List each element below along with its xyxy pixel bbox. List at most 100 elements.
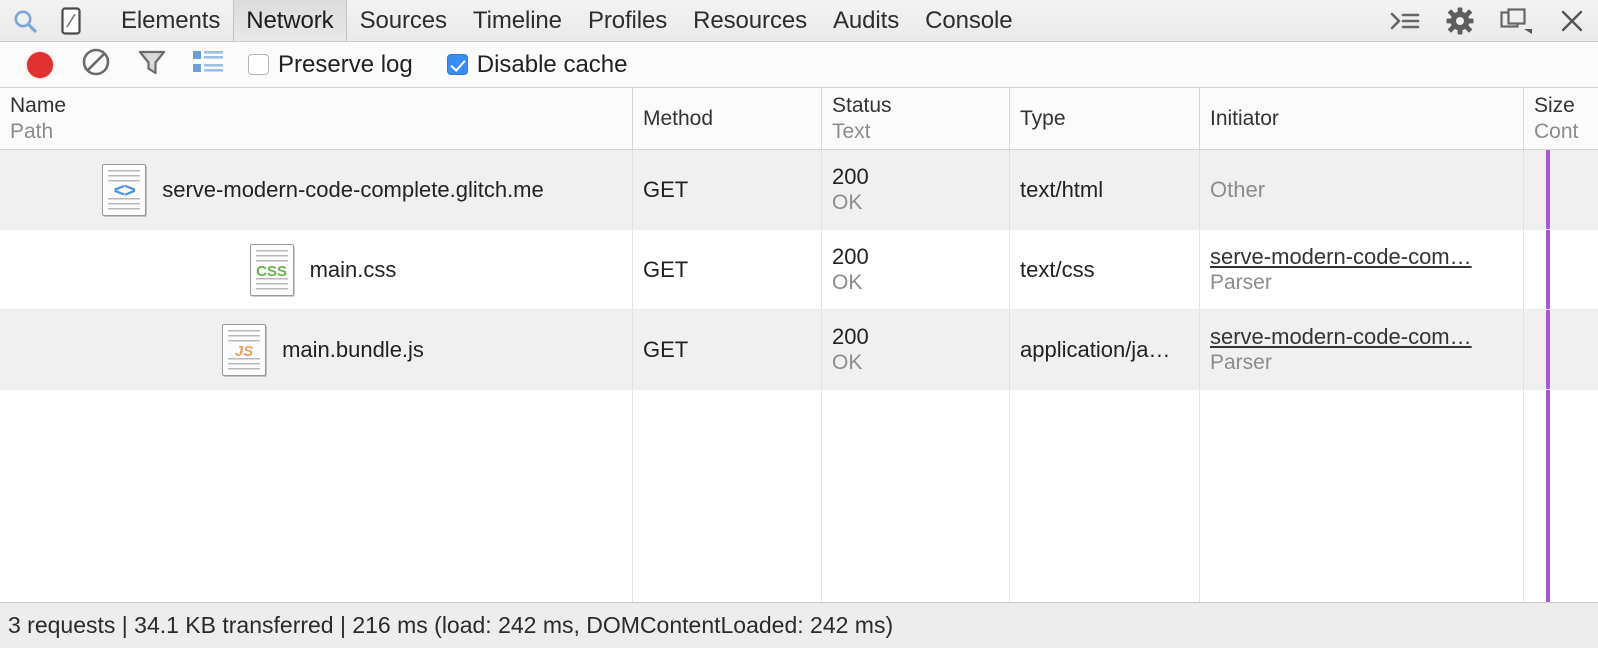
cell-size: [1523, 150, 1598, 229]
tab-label: Audits: [833, 7, 899, 35]
table-empty-area: [0, 390, 1598, 602]
tab-label: Elements: [121, 7, 220, 35]
preserve-log-checkbox[interactable]: Preserve log: [248, 51, 413, 79]
grid-line: [1009, 390, 1010, 602]
cell-initiator: serve-modern-code-com… Parser: [1199, 230, 1523, 309]
grid-line: [821, 390, 822, 602]
column-title: Name: [10, 93, 632, 119]
grid-line: [1199, 390, 1200, 602]
table-header-row: Name Path Method Status Text Type Initia…: [0, 88, 1598, 150]
column-header-initiator[interactable]: Initiator: [1199, 88, 1523, 149]
tab-label: Sources: [360, 7, 447, 35]
tab-label: Network: [246, 7, 333, 35]
tab-network[interactable]: Network: [233, 0, 346, 41]
summary-text: 3 requests | 34.1 KB transferred | 216 m…: [8, 612, 893, 639]
column-header-name[interactable]: Name Path: [0, 88, 632, 149]
column-title: Size: [1534, 93, 1598, 119]
request-name: serve-modern-code-complete.glitch.me: [162, 177, 544, 203]
table-body: <> serve-modern-code-complete.glitch.me …: [0, 150, 1598, 602]
type-value: text/css: [1020, 256, 1199, 284]
close-icon[interactable]: [1560, 9, 1584, 33]
method-value: GET: [643, 336, 821, 364]
cell-type: text/html: [1009, 150, 1199, 229]
gear-icon[interactable]: [1446, 7, 1474, 35]
preserve-log-label: Preserve log: [278, 51, 413, 79]
tab-sources[interactable]: Sources: [347, 0, 460, 41]
tab-elements[interactable]: Elements: [108, 0, 233, 41]
cell-initiator: Other: [1199, 150, 1523, 229]
tab-profiles[interactable]: Profiles: [575, 0, 680, 41]
table-row[interactable]: <> serve-modern-code-complete.glitch.me …: [0, 150, 1598, 230]
disable-cache-box[interactable]: [447, 54, 468, 75]
cell-status: 200 OK: [821, 230, 1009, 309]
request-name: main.css: [310, 257, 397, 283]
html-document-icon: <>: [102, 164, 146, 216]
record-button[interactable]: [12, 52, 68, 78]
cell-type: application/ja…: [1009, 310, 1199, 389]
devtools-window: Elements Network Sources Timeline Profil…: [0, 0, 1598, 648]
column-header-method[interactable]: Method: [632, 88, 821, 149]
status-code: 200: [832, 163, 1009, 191]
tab-timeline[interactable]: Timeline: [460, 0, 575, 41]
type-value: text/html: [1020, 176, 1199, 204]
column-title: Method: [643, 106, 821, 132]
column-title: Status: [832, 93, 1009, 119]
network-requests-table: Name Path Method Status Text Type Initia…: [0, 88, 1598, 602]
initiator-link[interactable]: serve-modern-code-com…: [1210, 323, 1523, 351]
tab-console[interactable]: Console: [912, 0, 1025, 41]
cell-method: GET: [632, 150, 821, 229]
clear-button[interactable]: [68, 47, 124, 82]
status-text: OK: [832, 270, 1009, 296]
grid-line: [1523, 390, 1524, 602]
initiator-value: Other: [1210, 176, 1523, 204]
panel-tabs: Elements Network Sources Timeline Profil…: [108, 0, 1025, 41]
cell-size: [1523, 230, 1598, 309]
table-row[interactable]: JS main.bundle.js GET 200 OK application…: [0, 310, 1598, 390]
tabbar-right-icons: [1390, 0, 1598, 41]
cell-size: [1523, 310, 1598, 389]
cell-status: 200 OK: [821, 150, 1009, 229]
status-text: OK: [832, 350, 1009, 376]
tab-label: Timeline: [473, 7, 562, 35]
filter-button[interactable]: [124, 47, 180, 82]
preserve-log-box[interactable]: [248, 54, 269, 75]
table-row[interactable]: CSS main.css GET 200 OK text/css serve-m…: [0, 230, 1598, 310]
cell-type: text/css: [1009, 230, 1199, 309]
disable-cache-checkbox[interactable]: Disable cache: [447, 51, 628, 79]
cell-method: GET: [632, 230, 821, 309]
column-header-type[interactable]: Type: [1009, 88, 1199, 149]
method-value: GET: [643, 176, 821, 204]
large-rows-button[interactable]: [180, 49, 236, 80]
column-title: Initiator: [1210, 106, 1523, 132]
column-header-status[interactable]: Status Text: [821, 88, 1009, 149]
initiator-type: Parser: [1210, 270, 1523, 296]
tab-audits[interactable]: Audits: [820, 0, 912, 41]
network-summary-bar: 3 requests | 34.1 KB transferred | 216 m…: [0, 602, 1598, 648]
cell-method: GET: [632, 310, 821, 389]
status-code: 200: [832, 323, 1009, 351]
cell-name[interactable]: JS main.bundle.js: [0, 310, 632, 389]
tab-label: Console: [925, 7, 1012, 35]
network-toolbar: Preserve log Disable cache: [0, 42, 1598, 88]
tab-label: Profiles: [588, 7, 667, 35]
tab-resources[interactable]: Resources: [680, 0, 820, 41]
dock-side-icon[interactable]: [1500, 8, 1534, 34]
initiator-link[interactable]: serve-modern-code-com…: [1210, 243, 1523, 271]
column-header-size[interactable]: Size Cont: [1523, 88, 1598, 149]
console-drawer-icon[interactable]: [1390, 9, 1420, 33]
disable-cache-label: Disable cache: [477, 51, 628, 79]
device-toolbar-icon[interactable]: [60, 7, 82, 35]
js-document-icon: JS: [222, 324, 266, 376]
request-name: main.bundle.js: [282, 337, 424, 363]
devtools-tabbar: Elements Network Sources Timeline Profil…: [0, 0, 1598, 42]
grid-line: [632, 390, 633, 602]
cell-name[interactable]: CSS main.css: [0, 230, 632, 309]
tabbar-left-icons: [0, 0, 82, 41]
status-text: OK: [832, 190, 1009, 216]
cell-status: 200 OK: [821, 310, 1009, 389]
timeline-marker: [1546, 230, 1550, 309]
method-value: GET: [643, 256, 821, 284]
search-icon[interactable]: [12, 8, 38, 34]
tab-label: Resources: [693, 7, 807, 35]
cell-name[interactable]: <> serve-modern-code-complete.glitch.me: [0, 150, 632, 229]
